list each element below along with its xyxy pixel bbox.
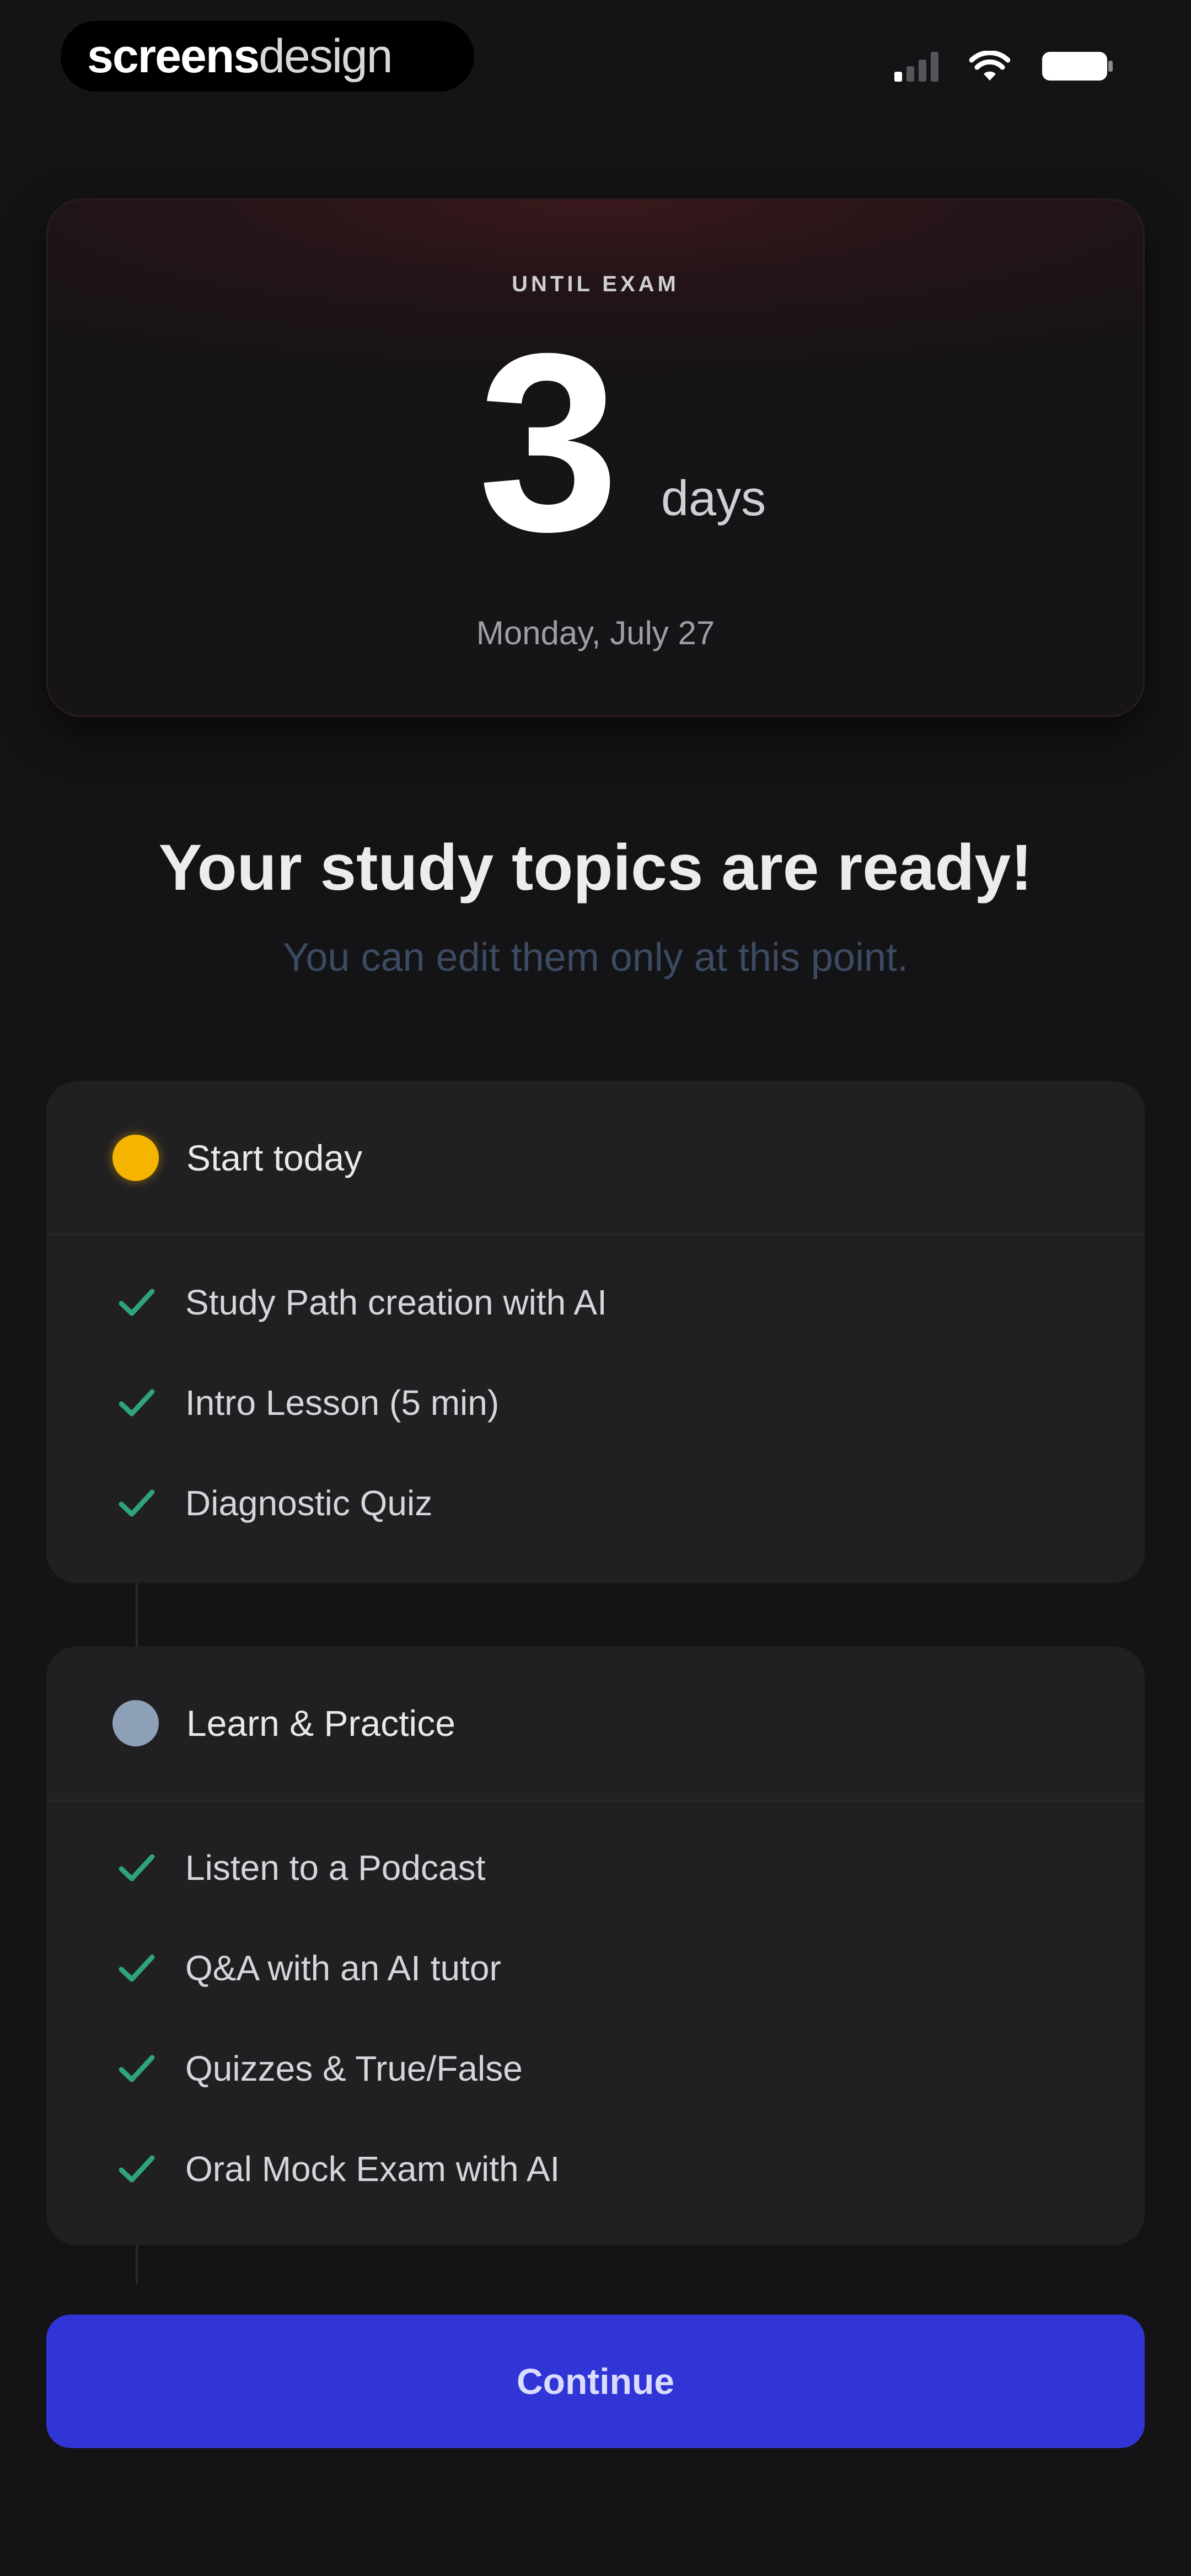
timeline-connector <box>136 2245 138 2284</box>
task-label: Oral Mock Exam with AI <box>185 2149 560 2189</box>
task-label: Intro Lesson (5 min) <box>185 1383 500 1423</box>
task-list: Study Path creation with AI Intro Lesson… <box>46 1236 1145 1553</box>
checkmark-icon <box>119 1289 155 1316</box>
checkmark-icon <box>119 2155 155 2183</box>
continue-button[interactable]: Continue <box>46 2315 1145 2448</box>
section-title: Start today <box>186 1137 363 1178</box>
countdown-unit: days <box>661 471 766 526</box>
task-item: Intro Lesson (5 min) <box>46 1353 1145 1453</box>
section-header: Learn & Practice <box>46 1647 1145 1801</box>
countdown-number: 3 <box>478 301 619 584</box>
task-item: Study Path creation with AI <box>46 1252 1145 1353</box>
checkmark-icon <box>119 1389 155 1417</box>
status-dot-icon <box>112 1699 159 1746</box>
brand-watermark: screens design <box>61 21 474 92</box>
brand-text-light: design <box>259 29 393 83</box>
page-title: Your study topics are ready! <box>158 831 1033 904</box>
section-header: Start today <box>46 1081 1145 1236</box>
wifi-icon <box>969 51 1010 81</box>
battery-icon <box>1042 52 1113 81</box>
task-list: Listen to a Podcast Q&A with an AI tutor… <box>46 1801 1145 2219</box>
study-plan-screen: screens design UNTIL EXAM 3 days Monday, … <box>0 0 1191 2576</box>
checkmark-icon <box>119 2055 155 2082</box>
task-item: Q&A with an AI tutor <box>46 1918 1145 2018</box>
checkmark-icon <box>119 1954 155 1982</box>
task-item: Oral Mock Exam with AI <box>46 2119 1145 2219</box>
task-item: Quizzes & True/False <box>46 2018 1145 2119</box>
exam-date: Monday, July 27 <box>476 614 715 651</box>
task-label: Diagnostic Quiz <box>185 1483 433 1523</box>
page-subtitle: You can edit them only at this point. <box>282 936 909 980</box>
task-label: Study Path creation with AI <box>185 1282 607 1322</box>
checkmark-icon <box>119 1854 155 1882</box>
task-item: Listen to a Podcast <box>46 1818 1145 1918</box>
countdown-label: UNTIL EXAM <box>512 272 679 296</box>
section-title: Learn & Practice <box>186 1702 455 1744</box>
exam-countdown-card: UNTIL EXAM 3 days Monday, July 27 <box>46 199 1145 717</box>
section-card-learn-practice: Learn & Practice Listen to a Podcast Q&A… <box>46 1647 1145 2245</box>
status-dot-icon <box>112 1134 159 1181</box>
brand-text-bold: screens <box>87 29 260 83</box>
task-item: Diagnostic Quiz <box>46 1453 1145 1553</box>
section-card-start-today: Start today Study Path creation with AI … <box>46 1081 1145 1583</box>
checkmark-icon <box>119 1489 155 1517</box>
task-label: Listen to a Podcast <box>185 1848 486 1888</box>
timeline-connector <box>136 1583 138 1647</box>
status-bar-icons <box>894 50 1114 83</box>
task-label: Q&A with an AI tutor <box>185 1948 501 1988</box>
task-label: Quizzes & True/False <box>185 2049 523 2088</box>
cellular-signal-icon <box>894 51 938 82</box>
